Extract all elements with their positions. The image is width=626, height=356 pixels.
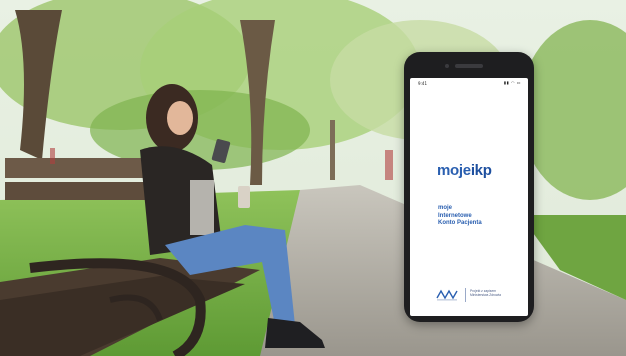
footer-divider: [465, 288, 466, 302]
app-splash-screen: 9:41 ▮▮ ◠ ▭ mojeikp moje Internetowe Kon…: [410, 78, 528, 316]
hero-photo: 9:41 ▮▮ ◠ ▭ mojeikp moje Internetowe Kon…: [0, 0, 626, 356]
signal-battery-icon: ▮▮ ◠ ▭: [503, 80, 521, 85]
mojeikp-logo: mojeikp: [437, 162, 492, 179]
phone-speaker: [455, 64, 483, 68]
logo-text-ikp: ikp: [470, 162, 492, 179]
footer-text: Projekt z zapisem Ministerstwa Zdrowia: [470, 289, 501, 297]
tagline-line-2: Internetowe: [438, 212, 472, 219]
footer-line-2: Ministerstwa Zdrowia: [470, 293, 501, 298]
status-bar: 9:41 ▮▮ ◠ ▭: [410, 78, 528, 88]
tagline-line-1: moje: [438, 205, 453, 211]
phone-mockup: 9:41 ▮▮ ◠ ▭ mojeikp moje Internetowe Kon…: [404, 52, 534, 322]
status-time: 9:41: [418, 81, 427, 86]
logo-text-moje: moje: [437, 162, 471, 179]
tagline-line-3: Konto Pacjenta: [438, 220, 482, 226]
phone-camera: [445, 64, 449, 68]
ministry-logo-icon: [436, 289, 458, 301]
app-tagline: moje Internetowe Konto Pacjenta: [438, 205, 482, 228]
